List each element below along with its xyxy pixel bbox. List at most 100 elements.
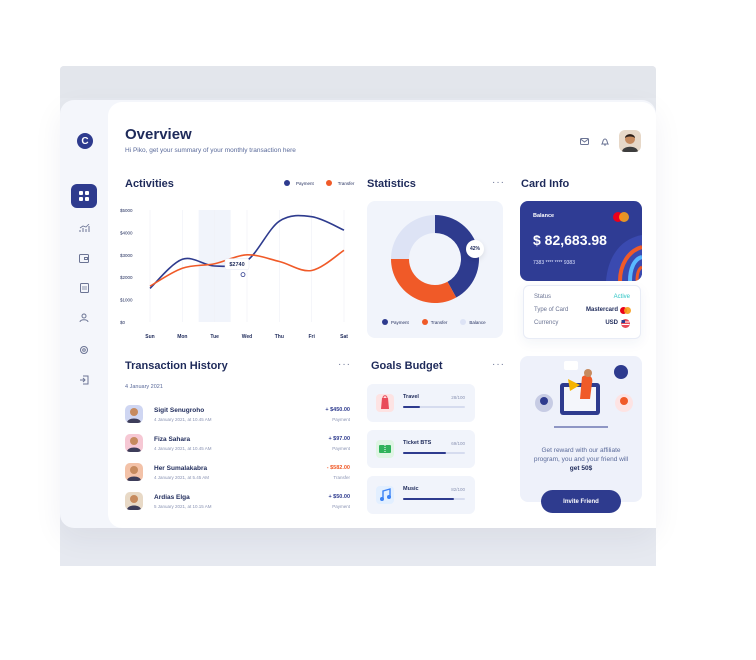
y-tick-label: $1000: [120, 298, 133, 303]
music-icon: [376, 486, 394, 504]
transaction-avatar: [125, 405, 143, 423]
invite-friend-button[interactable]: Invite Friend: [541, 490, 621, 513]
transaction-name: Her Sumalakabra: [154, 465, 208, 472]
statistics-title: Statistics: [367, 178, 416, 190]
x-tick-label: Sat: [340, 334, 348, 340]
sidebar-item-documents[interactable]: [71, 276, 97, 300]
transaction-avatar: [125, 434, 143, 452]
donut-slice-transfer: [391, 259, 457, 303]
sidebar-item-logout[interactable]: [71, 368, 97, 392]
tooltip-point: [240, 272, 246, 278]
chart-icon: [79, 223, 89, 232]
goals-budget-title: Goals Budget: [371, 360, 443, 372]
y-tick-label: $0: [120, 320, 126, 325]
legend-label-transfer: Transfer: [337, 180, 355, 186]
bag-icon: [376, 394, 394, 412]
mastercard-small-icon: [620, 307, 631, 314]
x-tick-label: Mon: [177, 334, 187, 340]
promo-text: Get reward with our affiliate program, y…: [530, 446, 632, 473]
transaction-avatar: [125, 492, 143, 510]
sidebar-item-dashboard[interactable]: [71, 184, 97, 208]
card-type-value: Mastercard: [585, 307, 618, 313]
sidebar-item-users[interactable]: [71, 306, 97, 330]
goal-value: 28/100: [451, 395, 465, 400]
statistics-more-button[interactable]: ···: [492, 177, 505, 188]
goal-title: Music: [403, 486, 419, 492]
mastercard-icon: [613, 212, 629, 222]
transaction-name: Fiza Sahara: [154, 436, 191, 443]
ticket-icon: [376, 440, 394, 458]
chart-legend: Payment Transfer: [284, 180, 354, 186]
transaction-amount: + $97.00: [328, 436, 350, 442]
transaction-type: Payment: [332, 446, 350, 451]
y-tick-label: $2000: [120, 275, 133, 280]
transaction-amount: - $582.00: [326, 465, 350, 471]
transaction-name: Sigit Senugroho: [154, 407, 205, 414]
promo-illustration: [535, 361, 633, 428]
goal-progress-fill: [403, 498, 454, 500]
promo-text-body: Get reward with our affiliate program, y…: [533, 447, 629, 463]
card-info-title: Card Info: [521, 178, 570, 190]
y-tick-label: $4000: [120, 230, 133, 235]
goals-more-button[interactable]: ···: [492, 359, 505, 370]
page-title: Overview: [125, 126, 192, 143]
transaction-amount: + $450.00: [325, 407, 350, 413]
transaction-row[interactable]: Ardias Elga 5 January 2021, at 10.15 AM + …: [125, 492, 350, 514]
transaction-amount: + $50.00: [328, 494, 350, 500]
balance-label: Balance: [533, 213, 555, 219]
wallet-icon: [79, 253, 89, 263]
grid-icon: [79, 191, 89, 201]
sidebar-item-settings[interactable]: [71, 338, 97, 362]
goal-progress-track: [403, 452, 465, 454]
bell-icon[interactable]: [601, 137, 609, 146]
donut-percent-label: 42%: [466, 240, 484, 258]
goal-value: 82/100: [451, 487, 465, 492]
status-value: Active: [613, 294, 630, 300]
goal-item[interactable]: Music 82/100: [367, 476, 475, 514]
status-label: Status: [534, 294, 552, 300]
x-tick-label: Thu: [275, 334, 284, 340]
activities-chart: $5000 $4000 $3000 $2000 $1000 $0 Sun Mon Tue Wed T…: [120, 208, 348, 340]
legend-dot-payment: [284, 180, 290, 186]
gear-icon: [80, 346, 88, 354]
avatar-portrait: [622, 134, 638, 152]
stat-legend-transfer: Transfer: [430, 319, 448, 325]
stat-legend-dot-transfer: [421, 319, 428, 325]
transaction-history-title: Transaction History: [125, 360, 228, 372]
credit-card[interactable]: Balance $ 82,683.98 7383 **** **** 9383: [520, 201, 642, 281]
activities-title: Activities: [125, 178, 174, 190]
sidebar-item-analytics[interactable]: [71, 216, 97, 240]
avatar-portrait: [127, 466, 141, 481]
goal-title: Ticket BTS: [403, 440, 432, 446]
goal-title: Travel: [403, 394, 419, 400]
sidebar-item-wallet[interactable]: [71, 246, 97, 270]
transaction-date: 4 January 2021, at 5.45 AM: [154, 475, 210, 480]
us-flag-icon: [621, 319, 630, 328]
goal-progress-fill: [403, 452, 446, 454]
transaction-type: Transfer: [333, 475, 350, 480]
avatar[interactable]: [619, 130, 641, 152]
transaction-row[interactable]: Fiza Sahara 4 January 2021, at 10.45 AM + …: [125, 434, 350, 456]
goal-item[interactable]: Travel 28/100: [367, 384, 475, 422]
transactions-more-button[interactable]: ···: [338, 359, 351, 370]
transaction-type: Payment: [332, 417, 350, 422]
mail-icon[interactable]: [580, 138, 589, 145]
card-type-label: Type of Card: [534, 307, 569, 313]
transaction-date: 4 January 2021, at 10.45 AM: [154, 417, 212, 422]
legend-label-payment: Payment: [296, 180, 314, 186]
avatar-portrait: [127, 495, 141, 510]
page-subtitle: Hi Piko, get your summary of your monthl…: [125, 147, 296, 154]
statistics-legend: Payment Transfer Balance: [382, 319, 486, 325]
goal-progress-track: [403, 498, 465, 500]
stat-legend-dot-payment: [382, 319, 388, 325]
transaction-name: Ardias Elga: [154, 494, 190, 501]
transaction-row[interactable]: Her Sumalakabra 4 January 2021, at 5.45 A…: [125, 463, 350, 485]
transaction-row[interactable]: Sigit Senugroho 4 January 2021, at 10.45 …: [125, 405, 350, 427]
donut-slice-balance: [391, 215, 435, 259]
transaction-type: Payment: [332, 504, 350, 509]
app-logo[interactable]: C: [77, 133, 93, 149]
transaction-date: 4 January 2021, at 10.45 AM: [154, 446, 212, 451]
goal-value: 69/100: [451, 441, 465, 446]
x-tick-label: Tue: [210, 334, 219, 340]
goal-item[interactable]: Ticket BTS 69/100: [367, 430, 475, 468]
